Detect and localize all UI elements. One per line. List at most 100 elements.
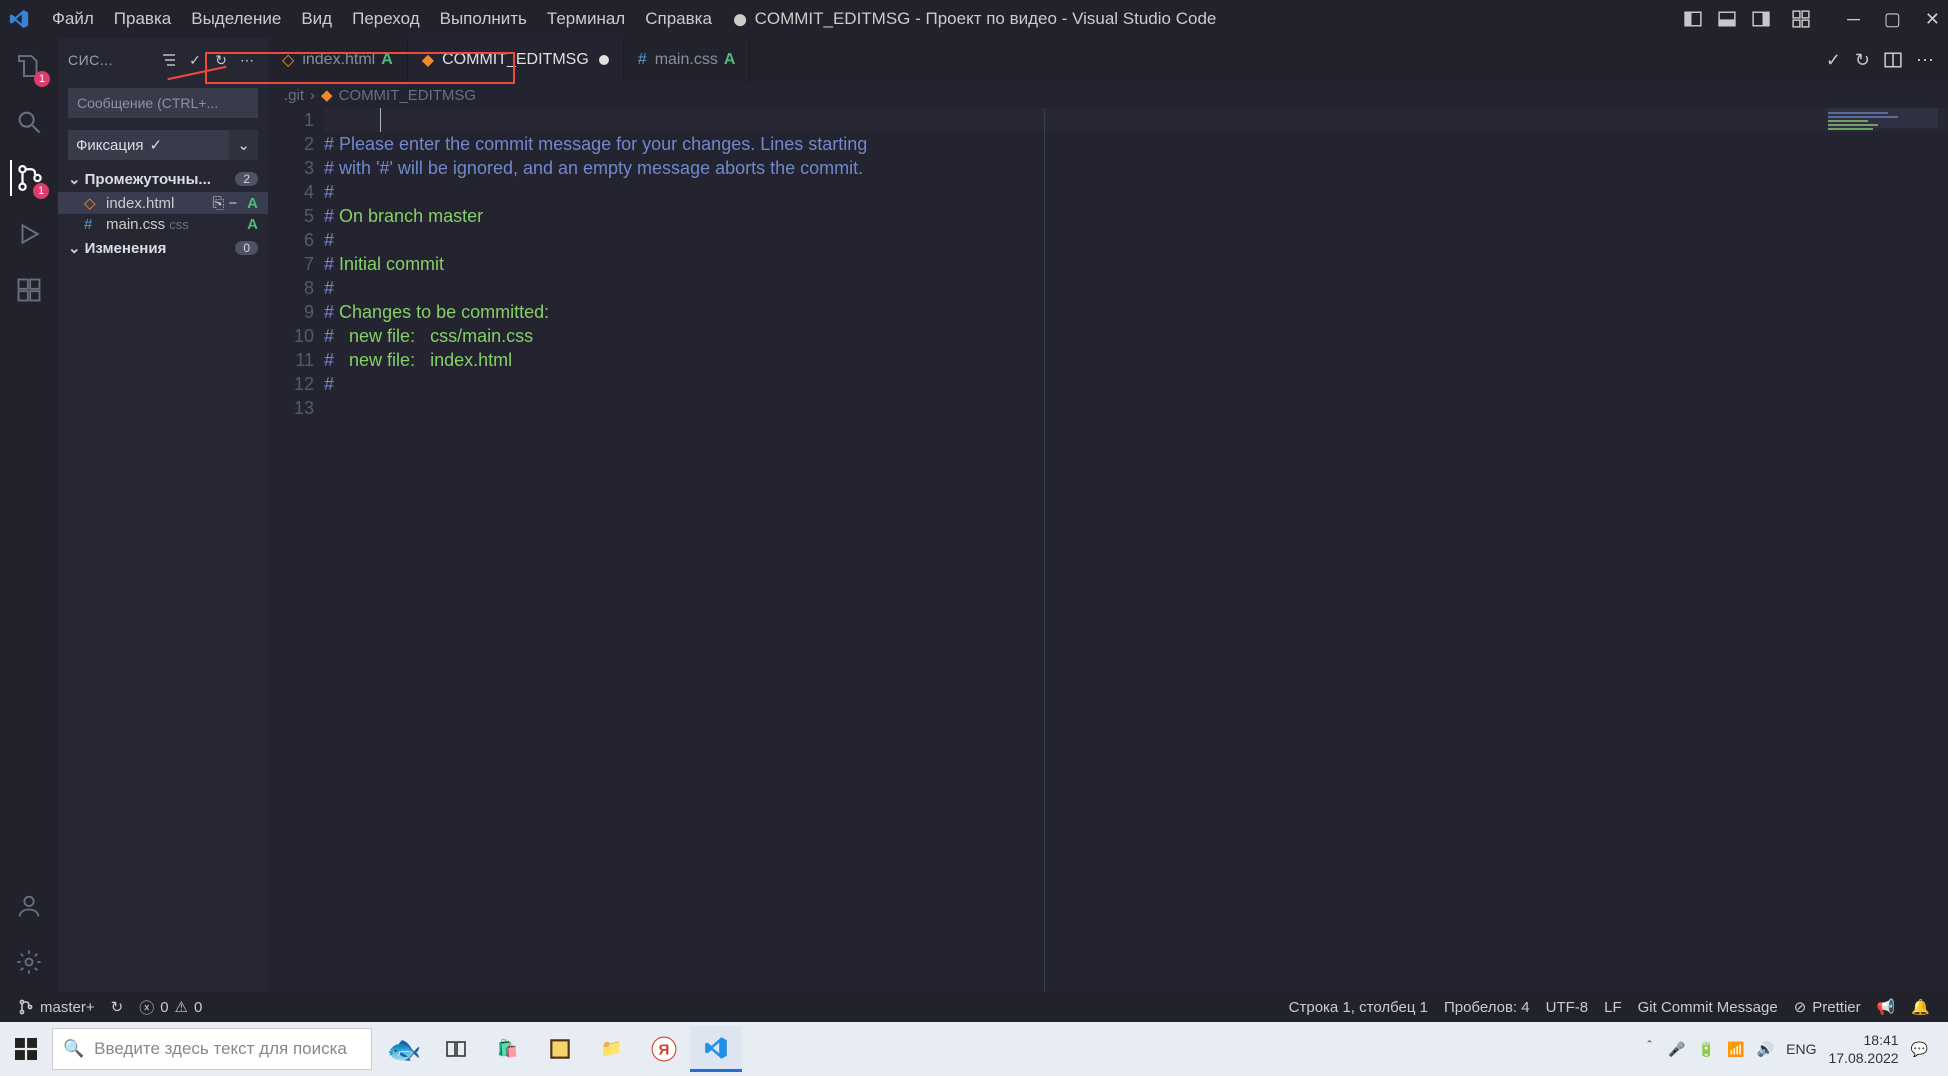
customize-layout-icon[interactable] bbox=[1789, 7, 1813, 31]
commit-message-input[interactable]: Сообщение (CTRL+... bbox=[68, 88, 258, 118]
editor-more-icon[interactable]: ⋯ bbox=[1916, 50, 1934, 71]
windows-taskbar: 🔍 Введите здесь текст для поиска 🐟 🛍️ 📁 … bbox=[0, 1022, 1948, 1076]
layout-panel-icon[interactable] bbox=[1715, 7, 1739, 31]
tray-sound-icon[interactable]: 🔊 bbox=[1757, 1041, 1774, 1058]
menu-edit[interactable]: Правка bbox=[104, 9, 181, 29]
git-file-icon: ◆ bbox=[422, 50, 434, 70]
tab-commit-editmsg[interactable]: ◆ COMMIT_EDITMSG bbox=[408, 38, 624, 82]
menu-file[interactable]: Файл bbox=[42, 9, 104, 29]
window-close-icon[interactable]: ✕ bbox=[1925, 9, 1940, 30]
window-title: ● COMMIT_EDITMSG - Проект по видео - Vis… bbox=[732, 9, 1217, 29]
staged-section[interactable]: ⌄ Промежуточны... 2 bbox=[58, 166, 268, 192]
activity-explorer-icon[interactable]: 1 bbox=[11, 48, 47, 84]
status-lang[interactable]: Git Commit Message bbox=[1630, 999, 1786, 1016]
status-branch[interactable]: master+ bbox=[10, 999, 103, 1016]
activity-scm-icon[interactable]: 1 bbox=[10, 160, 46, 196]
commit-button[interactable]: Фиксация ✓ ⌄ bbox=[68, 130, 258, 160]
tab-main-css[interactable]: # main.css A bbox=[624, 38, 751, 82]
code-content[interactable]: # Please enter the commit message for yo… bbox=[324, 108, 1948, 992]
html-file-icon: ◇ bbox=[84, 194, 102, 212]
editor-revert-icon[interactable]: ↻ bbox=[1855, 50, 1870, 71]
sidebar-title: СИС... bbox=[68, 52, 154, 68]
file-row-css[interactable]: # main.css css A bbox=[58, 214, 268, 235]
status-added: A bbox=[247, 195, 258, 212]
refresh-icon[interactable]: ↻ bbox=[210, 49, 232, 71]
file-dir: css bbox=[169, 217, 189, 232]
breadcrumb[interactable]: .git › ◆ COMMIT_EDITMSG bbox=[268, 82, 1948, 108]
window-maximize-icon[interactable]: ▢ bbox=[1884, 9, 1901, 30]
taskbar-vscode-icon[interactable] bbox=[690, 1026, 742, 1072]
menu-run[interactable]: Выполнить bbox=[430, 9, 537, 29]
commit-dropdown-icon[interactable]: ⌄ bbox=[229, 130, 258, 160]
tabs-row: ◇ index.html A ◆ COMMIT_EDITMSG # main.c… bbox=[268, 38, 1948, 82]
menu-selection[interactable]: Выделение bbox=[181, 9, 291, 29]
staged-label: Промежуточны... bbox=[85, 171, 211, 188]
activity-extensions-icon[interactable] bbox=[11, 272, 47, 308]
css-file-icon: # bbox=[638, 51, 647, 69]
editor-ruler bbox=[1044, 108, 1045, 992]
layout-secondary-side-icon[interactable] bbox=[1749, 7, 1773, 31]
taskbar-app1-icon[interactable]: 🛍️ bbox=[482, 1026, 534, 1072]
start-button[interactable] bbox=[6, 1029, 46, 1069]
status-encoding[interactable]: UTF-8 bbox=[1538, 999, 1597, 1016]
status-bell-icon[interactable]: 🔔 bbox=[1903, 998, 1938, 1016]
sidebar-header: СИС... ✓ ↻ ⋯ bbox=[58, 38, 268, 82]
menu-go[interactable]: Переход bbox=[342, 9, 430, 29]
title-bar: Файл Правка Выделение Вид Переход Выполн… bbox=[0, 0, 1948, 38]
status-spaces[interactable]: Пробелов: 4 bbox=[1436, 999, 1538, 1016]
taskbar-taskview-icon[interactable] bbox=[430, 1026, 482, 1072]
view-as-tree-icon[interactable] bbox=[158, 49, 180, 71]
tray-notifications-icon[interactable]: 💬 bbox=[1911, 1041, 1928, 1058]
tray-lang[interactable]: ENG bbox=[1786, 1041, 1816, 1057]
commit-check-icon[interactable]: ✓ bbox=[184, 49, 206, 71]
git-file-icon: ◆ bbox=[321, 86, 333, 104]
open-file-icon[interactable]: ⎘ bbox=[212, 195, 224, 212]
menu-help[interactable]: Справка bbox=[635, 9, 722, 29]
status-feedback-icon[interactable]: 📢 bbox=[1869, 998, 1904, 1016]
changes-label: Изменения bbox=[85, 240, 167, 257]
split-editor-icon[interactable] bbox=[1884, 51, 1902, 69]
menu-view[interactable]: Вид bbox=[291, 9, 342, 29]
status-sync[interactable]: ↻ bbox=[103, 998, 132, 1016]
taskbar-explorer-icon[interactable]: 📁 bbox=[586, 1026, 638, 1072]
activity-search-icon[interactable] bbox=[11, 104, 47, 140]
file-name: index.html bbox=[106, 195, 174, 212]
taskbar-yandex-icon[interactable]: Я bbox=[638, 1026, 690, 1072]
activity-account-icon[interactable] bbox=[11, 888, 47, 924]
chevron-down-icon: ⌄ bbox=[68, 170, 81, 188]
more-icon[interactable]: ⋯ bbox=[236, 49, 258, 71]
minimap[interactable] bbox=[1828, 108, 1948, 248]
status-added: A bbox=[247, 216, 258, 233]
status-eol[interactable]: LF bbox=[1596, 999, 1630, 1016]
status-problems[interactable]: ⓧ0 ⚠0 bbox=[131, 997, 210, 1018]
taskbar-notes-icon[interactable] bbox=[534, 1026, 586, 1072]
editor-accept-icon[interactable]: ✓ bbox=[1826, 50, 1841, 71]
window-title-text: COMMIT_EDITMSG - Проект по видео - Visua… bbox=[755, 9, 1217, 29]
activity-settings-icon[interactable] bbox=[11, 944, 47, 980]
tray-mic-icon[interactable]: 🎤 bbox=[1668, 1041, 1685, 1058]
search-icon: 🔍 bbox=[63, 1039, 84, 1059]
tray-clock[interactable]: 18:41 17.08.2022 bbox=[1828, 1031, 1898, 1067]
unstage-icon[interactable]: − bbox=[228, 195, 237, 212]
activity-bar: 1 1 bbox=[0, 38, 58, 992]
window-minimize-icon[interactable]: ─ bbox=[1847, 9, 1860, 30]
status-cursor[interactable]: Строка 1, столбец 1 bbox=[1281, 999, 1436, 1016]
line-gutter: 12345678910111213 bbox=[268, 108, 324, 992]
menu-terminal[interactable]: Терминал bbox=[537, 9, 635, 29]
svg-text:Я: Я bbox=[659, 1041, 670, 1058]
taskbar-search[interactable]: 🔍 Введите здесь текст для поиска bbox=[52, 1028, 372, 1070]
activity-debug-icon[interactable] bbox=[11, 216, 47, 252]
status-prettier[interactable]: ⊘Prettier bbox=[1786, 998, 1869, 1016]
taskbar-widget-icon[interactable]: 🐟 bbox=[378, 1026, 430, 1072]
tray-chevron-icon[interactable]: ＾ bbox=[1642, 1039, 1656, 1059]
tray-wifi-icon[interactable]: 📶 bbox=[1727, 1041, 1744, 1058]
vscode-logo-icon bbox=[8, 8, 30, 30]
file-row-index[interactable]: ◇ index.html ⎘ − A bbox=[58, 192, 268, 214]
code-editor[interactable]: 12345678910111213 # Please enter the com… bbox=[268, 108, 1948, 992]
tray-battery-icon[interactable]: 🔋 bbox=[1698, 1041, 1715, 1058]
changes-section[interactable]: ⌄ Изменения 0 bbox=[58, 235, 268, 261]
tab-index-html[interactable]: ◇ index.html A bbox=[268, 38, 408, 82]
layout-primary-side-icon[interactable] bbox=[1681, 7, 1705, 31]
css-file-icon: # bbox=[84, 216, 102, 233]
staged-count: 2 bbox=[235, 172, 258, 186]
